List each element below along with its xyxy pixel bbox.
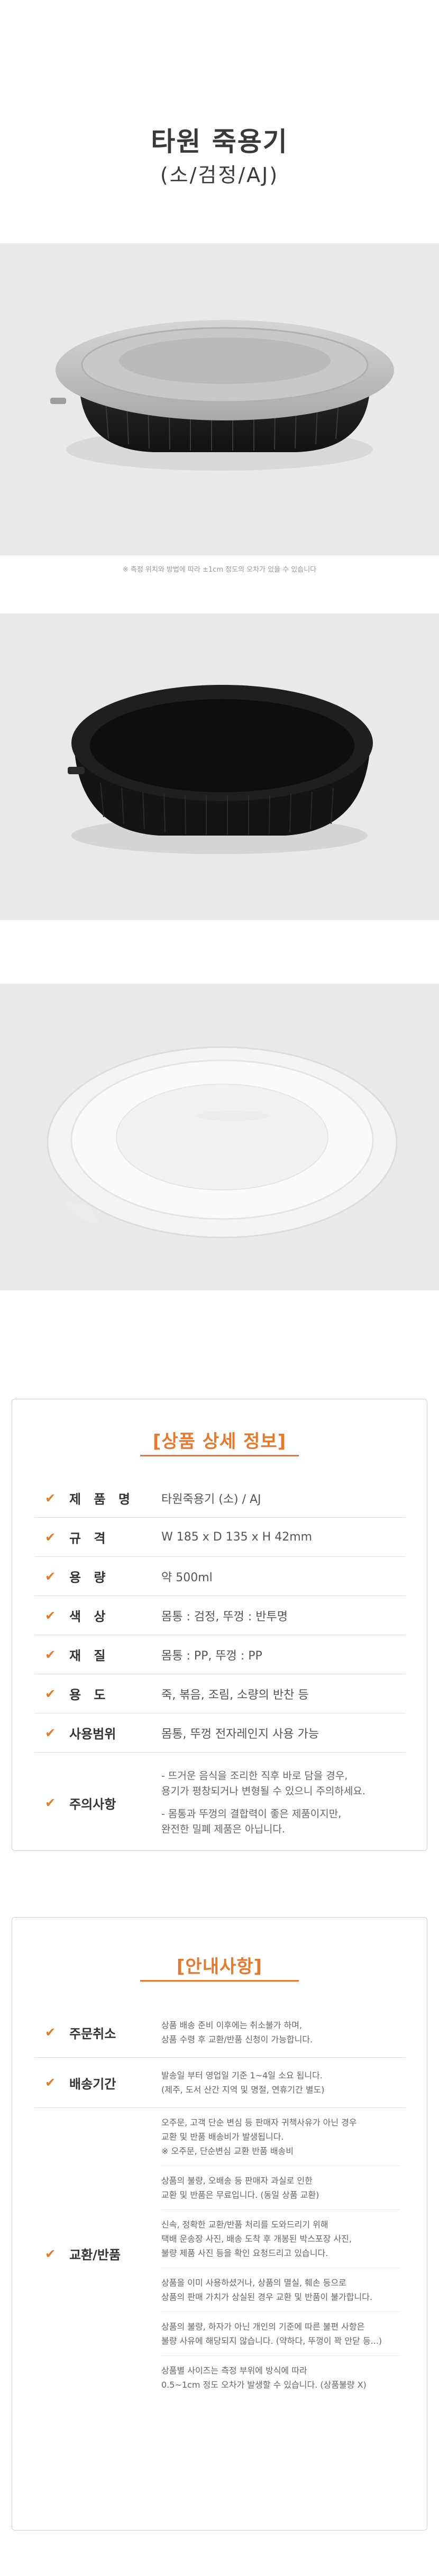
spec-key: 색 상	[69, 1609, 110, 1624]
notice-line: 상품별 사이즈는 측정 부위에 방식에 따라	[161, 2366, 307, 2376]
check-icon: ✔	[45, 1795, 56, 1810]
spec-row-use: ✔ 용 도 죽, 볶음, 조림, 소량의 반찬 등	[34, 1674, 406, 1713]
spec-value: 죽, 볶음, 조림, 소량의 반찬 등	[161, 1688, 309, 1702]
notice-row-shipping: ✔ 배송기간 발송일 부터 영업일 기준 1~4일 소요 됩니다. (제주, 도서…	[34, 2058, 406, 2108]
title-underline	[140, 1455, 299, 1456]
notice-row-returns: ✔ 교환/반품 오주문, 고객 단순 변심 등 판매자 귀책사유가 아닌 경우 교…	[34, 2108, 406, 2399]
spec-row-size: ✔ 규 격 W 185 x D 135 x H 42mm	[34, 1518, 406, 1557]
spec-row-range: ✔ 사용범위 몸통, 뚜껑 전자레인지 사용 가능	[34, 1713, 406, 1753]
product-photo-lid	[0, 984, 439, 1290]
notice-table: ✔ 주문취소 상품 배송 준비 이후에는 취소불가 하며, 상품 수령 후 교환/…	[34, 2007, 406, 2399]
spec-value: 타원죽용기 (소) / AJ	[161, 1492, 261, 1506]
check-icon: ✔	[45, 1686, 56, 1701]
spec-key: 용 도	[69, 1688, 110, 1702]
spec-table: ✔ 제 품 명 타원죽용기 (소) / AJ ✔ 규 격 W 185 x D 135…	[34, 1479, 406, 1853]
notice-line: ※ 오주문, 단순변심 교환 반품 배송비	[161, 2146, 294, 2156]
notice-title: [안내사항]	[176, 1956, 263, 1977]
notice-line: 교환 및 반품 배송비가 발생됩니다.	[161, 2132, 284, 2142]
product-photo-open	[0, 613, 439, 920]
return-block: 상품의 불량, 오배송 등 판매자 과실로 인한 교환 및 반품은 무료입니다.…	[161, 2166, 400, 2210]
lidded-container-image	[50, 320, 394, 471]
translucent-lid-image	[47, 1046, 398, 1239]
check-icon: ✔	[45, 1608, 56, 1623]
return-block: 상품을 이미 사용하셨거나, 상품의 멸실, 훼손 등으로 상품의 판매 가치가…	[161, 2268, 400, 2312]
notice-line: 0.5~1cm 정도 오차가 발생할 수 있습니다. (상품불량 X)	[161, 2380, 367, 2390]
caution-line: - 몸통과 뚜껑의 결합력이 좋은 제품이지만,	[161, 1808, 342, 1820]
return-block: 상품의 불량, 하자가 아닌 개인의 기준에 따른 불편 사항은 불량 사유에 …	[161, 2312, 400, 2356]
return-block: 신속, 정확한 교환/반품 처리를 도와드리기 위해 택배 운송장 사진, 배송…	[161, 2210, 400, 2268]
caution-text: - 뜨거운 음식을 조리한 직후 바로 담을 경우, 용기가 평창되거나 변형될…	[156, 1768, 406, 1837]
check-icon: ✔	[45, 1725, 56, 1740]
notice-line: 택배 운송장 사진, 배송 도착 후 개봉된 박스포장 사진,	[161, 2234, 352, 2244]
caution-line: 완전한 밀폐 제품은 아닙니다.	[161, 1823, 285, 1835]
spec-value: 몸통, 뚜껑 전자레인지 사용 가능	[161, 1727, 319, 1741]
title-underline	[140, 1980, 299, 1982]
check-icon: ✔	[45, 1529, 56, 1545]
notice-key: 교환/반품	[69, 2248, 121, 2262]
page-subtitle: (소/검정/AJ)	[160, 163, 279, 187]
spec-row-caution: ✔ 주의사항 - 뜨거운 음식을 조리한 직후 바로 담을 경우, 용기가 평창되…	[34, 1753, 406, 1853]
spec-key: 사용범위	[69, 1727, 116, 1741]
check-icon: ✔	[45, 2025, 56, 2040]
return-block: 상품별 사이즈는 측정 부위에 방식에 따라 0.5~1cm 정도 오차가 발생…	[161, 2356, 400, 2399]
open-container-image	[68, 685, 373, 854]
product-info-title: [상품 상세 정보]	[152, 1431, 287, 1452]
notice-key: 배송기간	[69, 2076, 116, 2092]
notice-line: 상품의 불량, 오배송 등 판매자 과실로 인한	[161, 2176, 313, 2186]
notice-line: 상품의 불량, 하자가 아닌 개인의 기준에 따른 불편 사항은	[161, 2322, 365, 2332]
notice-line: 상품을 이미 사용하셨거나, 상품의 멸실, 훼손 등으로	[161, 2278, 346, 2288]
spec-row-capacity: ✔ 용 량 약 500ml	[34, 1557, 406, 1596]
check-icon: ✔	[45, 1490, 56, 1506]
product-info-card: [상품 상세 정보] ✔ 제 품 명 타원죽용기 (소) / AJ ✔ 규 격 W …	[12, 1399, 427, 1851]
page-title: 타원 죽용기	[151, 126, 288, 157]
notice-line: 신속, 정확한 교환/반품 처리를 도와드리기 위해	[161, 2220, 328, 2230]
spec-key: 규 격	[69, 1531, 110, 1546]
notice-line: 교환 및 반품은 무료입니다. (동일 상품 교환)	[161, 2190, 319, 2200]
spec-value: W 185 x D 135 x H 42mm	[161, 1530, 313, 1544]
notice-card: [안내사항] ✔ 주문취소 상품 배송 준비 이후에는 취소불가 하며, 상품 수…	[12, 1917, 427, 2531]
notice-line: 상품 수령 후 교환/반품 신청이 가능합니다.	[161, 2034, 313, 2045]
spec-key: 용 량	[69, 1570, 110, 1585]
notice-line: 상품의 판매 가치가 상실된 경우 교환 및 반품이 불가합니다.	[161, 2292, 373, 2302]
check-icon: ✔	[45, 1569, 56, 1584]
check-icon: ✔	[45, 2246, 56, 2261]
check-icon: ✔	[45, 2075, 56, 2090]
spec-value: 몸통 : PP, 뚜껑 : PP	[161, 1649, 262, 1663]
notice-line: (제주, 도서 산간 지역 및 명절, 연휴기간 별도)	[161, 2085, 325, 2095]
spec-key: 재 질	[69, 1648, 110, 1663]
notice-line: 상품 배송 준비 이후에는 취소불가 하며,	[161, 2020, 303, 2030]
notice-row-cancel: ✔ 주문취소 상품 배송 준비 이후에는 취소불가 하며, 상품 수령 후 교환/…	[34, 2007, 406, 2058]
spec-value: 몸통 : 검정, 뚜껑 : 반투명	[161, 1610, 288, 1624]
product-photo-lidded	[0, 243, 439, 555]
spec-row-name: ✔ 제 품 명 타원죽용기 (소) / AJ	[34, 1479, 406, 1518]
notice-line: 불량 제품 사진 등을 확인 요청드리고 있습니다.	[161, 2248, 328, 2258]
spec-row-color: ✔ 색 상 몸통 : 검정, 뚜껑 : 반투명	[34, 1596, 406, 1635]
caution-line: - 뜨거운 음식을 조리한 직후 바로 담을 경우,	[161, 1770, 348, 1782]
spec-key: 주의사항	[69, 1796, 116, 1812]
measurement-note: ※ 측정 위치와 방법에 따라 ±1cm 정도의 오차가 있을 수 있습니다	[122, 566, 317, 574]
notice-key: 주문취소	[69, 2026, 116, 2041]
notice-line: 불량 사유에 해당되지 않습니다. (약하다, 뚜껑이 꽉 안닫 등...)	[161, 2336, 382, 2346]
return-block: 오주문, 고객 단순 변심 등 판매자 귀책사유가 아닌 경우 교환 및 반품 …	[161, 2108, 400, 2166]
spec-row-material: ✔ 재 질 몸통 : PP, 뚜껑 : PP	[34, 1635, 406, 1674]
spec-key: 제 품 명	[69, 1492, 134, 1507]
spec-value: 약 500ml	[161, 1571, 213, 1584]
product-detail-page: 타원 죽용기 (소/검정/AJ) ※ 측정 위치와 방법에 따라 ±1cm 정도…	[0, 0, 439, 2576]
notice-line: 발송일 부터 영업일 기준 1~4일 소요 됩니다.	[161, 2070, 323, 2080]
notice-line: 오주문, 고객 단순 변심 등 판매자 귀책사유가 아닌 경우	[161, 2117, 357, 2128]
caution-line: 용기가 평창되거나 변형될 수 있으니 주의하세요.	[161, 1785, 365, 1797]
check-icon: ✔	[45, 1647, 56, 1662]
